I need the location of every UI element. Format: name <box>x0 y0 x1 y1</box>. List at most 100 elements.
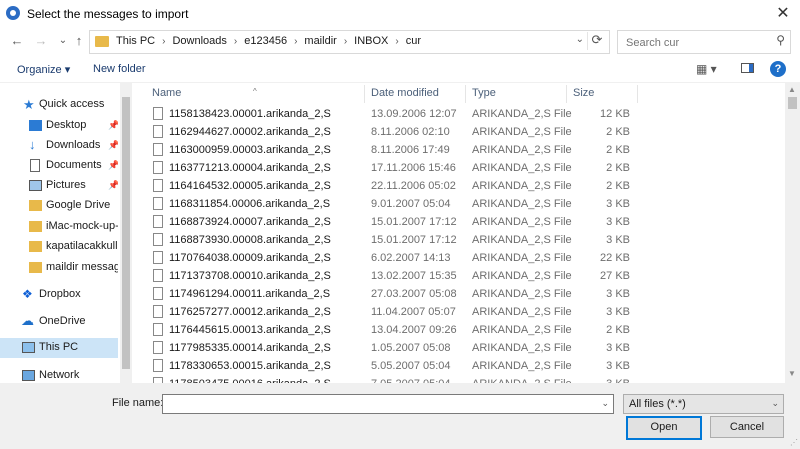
breadcrumb-e123456[interactable]: e123456 <box>244 35 287 47</box>
address-dropdown-icon[interactable]: ⌄ <box>576 34 584 45</box>
cancel-button[interactable]: Cancel <box>710 416 784 438</box>
column-header-name[interactable]: Name ^ <box>145 83 365 103</box>
nav-item-imac-mock-up[interactable]: iMac-mock-up- <box>0 217 118 237</box>
nav-item-documents[interactable]: Documents 📌 <box>0 156 118 176</box>
search-icon[interactable]: ⚲ <box>776 33 785 47</box>
file-type: ARIKANDA_2,S File <box>472 144 572 156</box>
breadcrumb-separator[interactable]: › <box>388 36 405 47</box>
file-icon <box>153 197 163 210</box>
file-row[interactable]: 1158138423.00001.arikanda_2,S 13.09.2006 … <box>145 105 785 123</box>
recent-locations-dropdown[interactable]: ⌄ <box>56 34 70 48</box>
column-header-date[interactable]: Date modified <box>365 83 465 103</box>
pictures-icon <box>29 180 42 191</box>
help-icon[interactable]: ? <box>770 61 786 77</box>
forward-button[interactable]: → <box>34 34 48 48</box>
file-row[interactable]: 1170764038.00009.arikanda_2,S 6.02.2007 1… <box>145 249 785 267</box>
breadcrumb-maildir[interactable]: maildir <box>304 35 336 47</box>
resize-grip-icon[interactable]: ⋰ <box>790 438 798 447</box>
search-input[interactable] <box>624 34 768 51</box>
file-row[interactable]: 1168873924.00007.arikanda_2,S 15.01.2007 … <box>145 213 785 231</box>
horizontal-scrollbar[interactable] <box>0 383 800 391</box>
nav-item-pictures[interactable]: Pictures 📌 <box>0 176 118 196</box>
file-row[interactable]: 1176257277.00012.arikanda_2,S 11.04.2007 … <box>145 303 785 321</box>
file-row[interactable]: 1178503475.00016.arikanda_2,S7.05.2007 0… <box>145 375 785 383</box>
file-date: 22.11.2006 05:02 <box>371 180 456 192</box>
file-row[interactable]: 1164164532.00005.arikanda_2,S 22.11.2006 … <box>145 177 785 195</box>
nav-scrollbar[interactable] <box>120 83 132 383</box>
breadcrumb-separator[interactable]: › <box>155 36 172 47</box>
file-row[interactable]: 1168311854.00006.arikanda_2,S 9.01.2007 0… <box>145 195 785 213</box>
breadcrumb-separator[interactable]: › <box>287 36 304 47</box>
preview-pane-icon[interactable] <box>741 63 754 73</box>
file-list-scrollbar[interactable]: ▲ ▼ <box>785 83 800 383</box>
organize-button[interactable]: Organize ▾ <box>17 63 70 76</box>
folder-icon <box>95 36 109 47</box>
file-type-filter-label: All files (*.*) <box>629 398 686 410</box>
refresh-icon[interactable]: ⟳ <box>587 32 606 50</box>
file-row[interactable]: 1162944627.00002.arikanda_2,S 8.11.2006 0… <box>145 123 785 141</box>
breadcrumb-separator[interactable]: › <box>227 36 244 47</box>
search-box[interactable]: ⚲ <box>617 30 791 54</box>
file-row[interactable]: 1176445615.00013.arikanda_2,S 13.04.2007 … <box>145 321 785 339</box>
nav-item-onedrive[interactable]: ☁ OneDrive <box>0 312 118 332</box>
up-button[interactable]: ↑ <box>72 34 86 48</box>
file-name-dropdown-icon[interactable]: ⌄ <box>601 398 609 409</box>
file-size: 27 KB <box>600 270 630 282</box>
nav-item-label: Network <box>39 369 80 381</box>
file-row[interactable]: 1163771213.00004.arikanda_2,S 17.11.2006 … <box>145 159 785 177</box>
file-type: ARIKANDA_2,S File <box>472 198 572 210</box>
open-button[interactable]: Open <box>626 416 702 440</box>
address-bar[interactable]: This PC › Downloads › e123456 › maildir › INBOX ›… <box>89 30 610 54</box>
nav-item-google-drive[interactable]: Google Drive <box>0 196 118 216</box>
file-name: 1168873924.00007.arikanda_2,S <box>169 216 331 228</box>
file-list-scrollbar-thumb[interactable] <box>788 97 797 109</box>
file-name: 1168311854.00006.arikanda_2,S <box>169 198 331 210</box>
file-type-filter[interactable]: All files (*.*) ⌄ <box>623 394 784 414</box>
breadcrumb-inbox[interactable]: INBOX <box>354 35 388 47</box>
nav-item-label: Documents <box>46 159 102 171</box>
file-row[interactable]: 1177985335.00014.arikanda_2,S 1.05.2007 0… <box>145 339 785 357</box>
nav-item-kapatilacakkullar[interactable]: kapatilacakkullar <box>0 237 118 257</box>
file-type: ARIKANDA_2,S File <box>472 234 572 246</box>
file-name: 1158138423.00001.arikanda_2,S <box>169 108 331 120</box>
nav-item-quick-access[interactable]: ★ Quick access <box>0 95 118 115</box>
file-row[interactable]: 1174961294.00011.arikanda_2,S 27.03.2007 … <box>145 285 785 303</box>
file-name-input[interactable] <box>163 395 587 413</box>
file-date: 9.01.2007 05:04 <box>371 198 451 210</box>
nav-item-label: iMac-mock-up- <box>46 220 118 232</box>
breadcrumb-downloads[interactable]: Downloads <box>172 35 226 47</box>
close-button[interactable]: ✕ <box>766 0 800 27</box>
scroll-up-icon[interactable]: ▲ <box>788 85 796 94</box>
column-header-size[interactable]: Size <box>567 83 637 103</box>
nav-scrollbar-thumb[interactable] <box>122 97 130 369</box>
file-row[interactable]: 1171373708.00010.arikanda_2,S 13.02.2007 … <box>145 267 785 285</box>
change-view-icon[interactable]: ▦ ▾ <box>696 62 717 76</box>
file-date: 8.11.2006 17:49 <box>371 144 450 156</box>
breadcrumb-cur[interactable]: cur <box>406 35 421 47</box>
nav-item-desktop[interactable]: Desktop 📌 <box>0 116 118 136</box>
file-row[interactable]: 1163000959.00003.arikanda_2,S 8.11.2006 1… <box>145 141 785 159</box>
breadcrumb-separator[interactable]: › <box>337 36 354 47</box>
navigation-pane: ★ Quick access Desktop 📌 ↓ Downloads 📌 D… <box>0 83 132 383</box>
folder-icon <box>29 241 42 252</box>
pin-icon: 📌 <box>108 140 118 150</box>
new-folder-button[interactable]: New folder <box>93 63 146 75</box>
breadcrumb-this-pc[interactable]: This PC <box>116 35 155 47</box>
column-header-type[interactable]: Type <box>466 83 566 103</box>
folder-icon <box>29 262 42 273</box>
file-icon <box>153 215 163 228</box>
nav-item-downloads[interactable]: ↓ Downloads 📌 <box>0 136 118 156</box>
scroll-down-icon[interactable]: ▼ <box>788 369 796 378</box>
file-row[interactable]: 1178330653.00015.arikanda_2,S 5.05.2007 0… <box>145 357 785 375</box>
nav-item-dropbox[interactable]: ❖ Dropbox <box>0 285 118 305</box>
nav-item-this-pc[interactable]: This PC <box>0 338 118 358</box>
file-name-label: File name: <box>112 397 164 409</box>
back-button[interactable]: ← <box>10 34 24 48</box>
pin-icon: 📌 <box>108 160 118 170</box>
nav-item-label: OneDrive <box>39 315 86 327</box>
file-row[interactable]: 1168873930.00008.arikanda_2,S 15.01.2007 … <box>145 231 785 249</box>
nav-item-maildir-message[interactable]: maildir message <box>0 258 118 278</box>
filter-dropdown-icon[interactable]: ⌄ <box>771 398 779 409</box>
column-divider[interactable] <box>637 85 638 103</box>
file-name-field[interactable]: ⌄ <box>162 394 614 414</box>
